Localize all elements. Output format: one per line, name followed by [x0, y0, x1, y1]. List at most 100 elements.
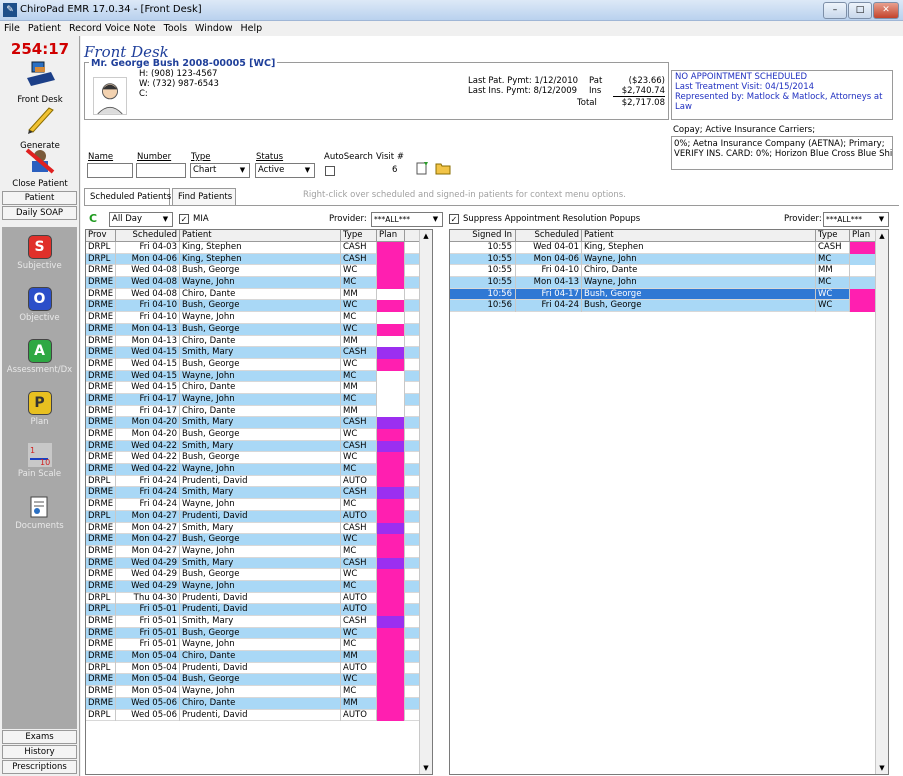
table-row[interactable]: 10:55 Fri 04-10 Chiro, Dante MM: [450, 265, 888, 278]
left-provider-select[interactable]: ***ALL*** ▼: [371, 212, 443, 227]
column-plan[interactable]: Plan: [377, 230, 405, 242]
table-row[interactable]: 10:56 Fri 04-24 Bush, George WC: [450, 300, 888, 313]
scroll-up-icon[interactable]: ▲: [420, 230, 432, 242]
patient-nav-button[interactable]: Patient: [2, 191, 77, 205]
close-patient-button[interactable]: Close Patient: [0, 148, 80, 189]
tab-scheduled-patients[interactable]: Scheduled Patients: [84, 188, 171, 206]
tab-find-patients[interactable]: Find Patients: [172, 188, 236, 206]
table-row[interactable]: DRME Mon 04-27 Wayne, John MC: [86, 545, 432, 558]
menu-file[interactable]: File: [0, 22, 24, 36]
subjective-button[interactable]: S Subjective: [2, 235, 77, 271]
table-row[interactable]: DRME Fri 04-17 Wayne, John MC: [86, 393, 432, 406]
table-row[interactable]: DRME Mon 04-20 Bush, George WC: [86, 429, 432, 441]
table-row[interactable]: DRME Mon 04-20 Smith, Mary CASH: [86, 417, 432, 429]
menu-record-voice-note[interactable]: Record Voice Note: [65, 22, 160, 36]
exams-nav-button[interactable]: Exams: [2, 730, 77, 744]
table-row[interactable]: DRME Wed 04-15 Bush, George WC: [86, 358, 432, 371]
table-row[interactable]: DRPL Mon 04-06 King, Stephen CASH: [86, 253, 432, 266]
number-input[interactable]: [136, 163, 186, 178]
table-row[interactable]: DRME Mon 05-04 Bush, George WC: [86, 674, 432, 687]
table-row[interactable]: DRME Fri 05-01 Smith, Mary CASH: [86, 616, 432, 628]
status-select[interactable]: Active ▼: [255, 163, 315, 178]
name-input[interactable]: [87, 163, 133, 178]
table-row[interactable]: DRPL Wed 05-06 Prudenti, David AUTO: [86, 709, 432, 722]
prescriptions-nav-button[interactable]: Prescriptions: [2, 760, 77, 774]
new-document-icon[interactable]: [415, 161, 429, 175]
table-row[interactable]: 10:55 Wed 04-01 King, Stephen CASH: [450, 242, 888, 254]
generate-button[interactable]: Generate: [0, 104, 80, 151]
table-row[interactable]: DRPL Mon 05-04 Prudenti, David AUTO: [86, 662, 432, 675]
menu-window[interactable]: Window: [191, 22, 236, 36]
table-row[interactable]: DRPL Fri 04-24 Prudenti, David AUTO: [86, 475, 432, 488]
daily-soap-nav-button[interactable]: Daily SOAP: [2, 206, 77, 220]
table-row[interactable]: DRME Fri 04-10 Wayne, John MC: [86, 312, 432, 324]
objective-button[interactable]: O Objective: [2, 287, 77, 323]
scroll-up-icon[interactable]: ▲: [876, 230, 888, 242]
column-type[interactable]: Type: [341, 230, 377, 242]
right-provider-select[interactable]: ***ALL*** ▼: [823, 212, 889, 227]
table-row[interactable]: DRME Mon 04-27 Bush, George WC: [86, 534, 432, 546]
column-type[interactable]: Type: [816, 230, 850, 242]
table-row[interactable]: DRME Mon 04-27 Smith, Mary CASH: [86, 522, 432, 535]
table-row[interactable]: 10:55 Mon 04-13 Wayne, John MC: [450, 277, 888, 289]
plan-button[interactable]: P Plan: [2, 391, 77, 427]
right-scrollbar[interactable]: ▲ ▼: [875, 230, 888, 774]
table-row[interactable]: DRME Wed 04-22 Wayne, John MC: [86, 464, 432, 476]
close-window-button[interactable]: ✕: [873, 2, 899, 19]
table-row[interactable]: 10:55 Mon 04-06 Wayne, John MC: [450, 253, 888, 266]
table-row[interactable]: DRME Mon 05-04 Wayne, John MC: [86, 686, 432, 698]
table-row[interactable]: DRME Wed 04-22 Bush, George WC: [86, 452, 432, 465]
table-row[interactable]: DRME Mon 04-13 Bush, George WC: [86, 323, 432, 336]
table-row[interactable]: DRME Wed 05-06 Chiro, Dante MM: [86, 697, 432, 710]
open-folder-icon[interactable]: [435, 161, 451, 175]
history-nav-button[interactable]: History: [2, 745, 77, 759]
left-scrollbar[interactable]: ▲ ▼: [419, 230, 432, 774]
table-row[interactable]: DRME Wed 04-08 Bush, George WC: [86, 265, 432, 278]
minimize-button[interactable]: –: [823, 2, 847, 19]
type-select[interactable]: Chart ▼: [190, 163, 250, 178]
table-row[interactable]: DRME Wed 04-08 Chiro, Dante MM: [86, 288, 432, 301]
scroll-down-icon[interactable]: ▼: [420, 762, 432, 774]
pain-scale-button[interactable]: 1 10 Pain Scale: [2, 443, 77, 479]
mia-checkbox[interactable]: ✓: [179, 214, 189, 224]
table-row[interactable]: DRME Fri 04-17 Chiro, Dante MM: [86, 405, 432, 418]
table-row[interactable]: DRME Wed 04-29 Bush, George WC: [86, 569, 432, 581]
table-row[interactable]: DRPL Mon 04-27 Prudenti, David AUTO: [86, 510, 432, 523]
table-row[interactable]: DRME Wed 04-15 Smith, Mary CASH: [86, 347, 432, 359]
table-row[interactable]: 10:56 Fri 04-17 Bush, George WC: [450, 288, 888, 301]
table-row[interactable]: DRME Wed 04-15 Wayne, John MC: [86, 370, 432, 383]
column-prov[interactable]: Prov: [86, 230, 116, 242]
table-row[interactable]: DRME Wed 04-29 Smith, Mary CASH: [86, 557, 432, 570]
maximize-button[interactable]: □: [848, 2, 872, 19]
table-row[interactable]: DRPL Fri 04-03 King, Stephen CASH: [86, 242, 432, 254]
table-row[interactable]: DRME Mon 04-13 Chiro, Dante MM: [86, 335, 432, 348]
column-patient[interactable]: Patient: [582, 230, 816, 242]
autosearch-checkbox[interactable]: [325, 166, 335, 176]
table-row[interactable]: DRPL Fri 05-01 Prudenti, David AUTO: [86, 604, 432, 616]
assessment-button[interactable]: A Assessment/Dx: [2, 339, 77, 375]
menu-patient[interactable]: Patient: [24, 22, 65, 36]
table-row[interactable]: DRPL Thu 04-30 Prudenti, David AUTO: [86, 592, 432, 605]
table-row[interactable]: DRME Fri 04-24 Smith, Mary CASH: [86, 487, 432, 500]
table-row[interactable]: DRME Fri 04-24 Wayne, John MC: [86, 499, 432, 511]
table-row[interactable]: DRME Wed 04-08 Wayne, John MC: [86, 277, 432, 289]
menu-tools[interactable]: Tools: [160, 22, 191, 36]
documents-button[interactable]: Documents: [2, 495, 77, 531]
refresh-icon[interactable]: C: [89, 212, 97, 226]
table-row[interactable]: DRME Wed 04-15 Chiro, Dante MM: [86, 382, 432, 394]
scroll-down-icon[interactable]: ▼: [876, 762, 888, 774]
front-desk-button[interactable]: Front Desk: [0, 58, 80, 105]
column-scheduled[interactable]: Scheduled: [516, 230, 582, 242]
table-row[interactable]: DRME Wed 04-29 Wayne, John MC: [86, 580, 432, 593]
menu-help[interactable]: Help: [237, 22, 267, 36]
column-patient[interactable]: Patient: [180, 230, 341, 242]
table-row[interactable]: DRME Fri 04-10 Bush, George WC: [86, 300, 432, 313]
table-row[interactable]: DRME Wed 04-22 Smith, Mary CASH: [86, 440, 432, 453]
table-row[interactable]: DRME Mon 05-04 Chiro, Dante MM: [86, 651, 432, 663]
table-row[interactable]: DRME Fri 05-01 Wayne, John MC: [86, 639, 432, 652]
table-row[interactable]: DRME Fri 05-01 Bush, George WC: [86, 627, 432, 640]
column-signed-in[interactable]: Signed In: [450, 230, 516, 242]
range-select[interactable]: All Day ▼: [109, 212, 173, 227]
column-plan[interactable]: Plan: [850, 230, 876, 242]
column-scheduled[interactable]: Scheduled: [116, 230, 180, 242]
